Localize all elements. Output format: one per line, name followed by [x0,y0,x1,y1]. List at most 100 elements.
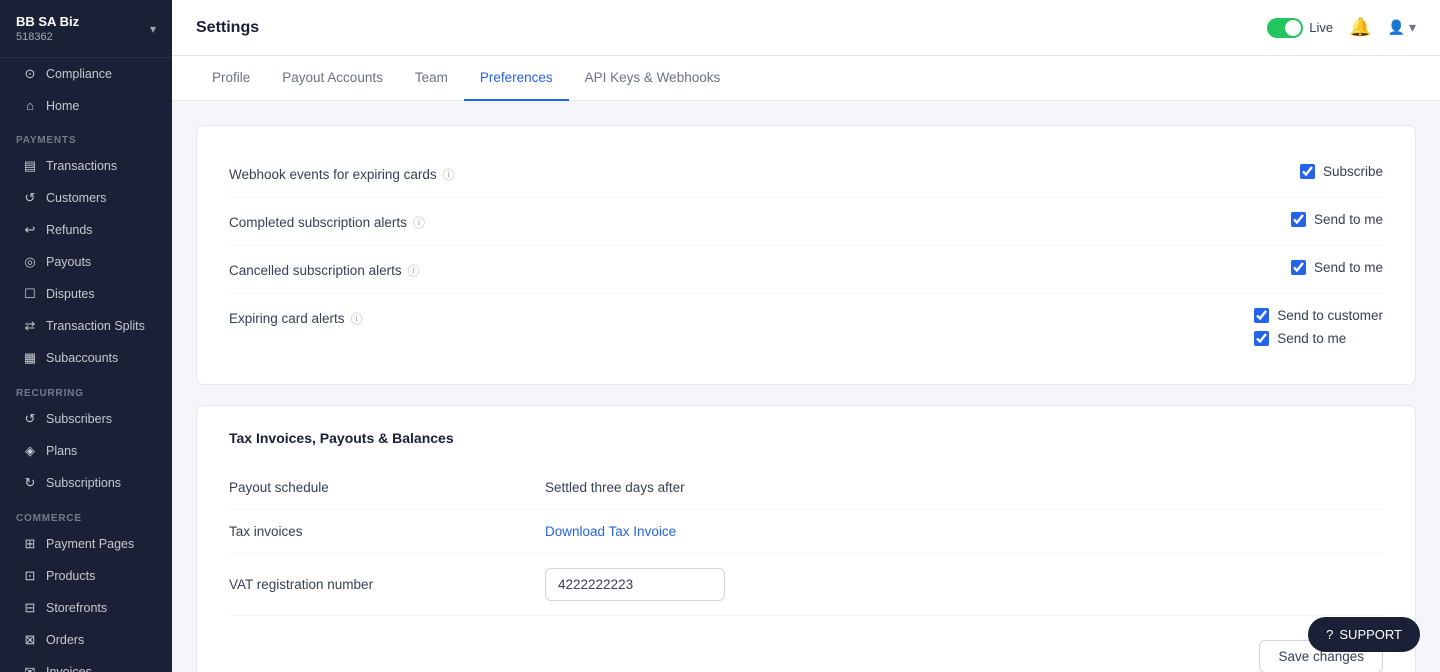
cancelled-subscription-control: Send to me [1291,260,1383,275]
send-to-me-expiring-checkbox[interactable] [1254,331,1269,346]
tab-profile[interactable]: Profile [196,56,266,101]
notifications-icon[interactable]: 🔔 [1349,17,1371,38]
compliance-icon: ⊙ [22,66,38,82]
webhook-events-control: Subscribe [1300,164,1383,179]
brand-text: BB SA Biz 518362 [16,14,79,43]
download-tax-invoice-link[interactable]: Download Tax Invoice [545,524,1383,539]
webhook-events-label: Webhook events for expiring cards ⓘ [229,164,1300,183]
payment-pages-icon: ⊞ [22,536,38,552]
expiring-card-control: Send to customer Send to me [1254,308,1383,346]
sidebar-item-label: Transaction Splits [46,319,145,333]
subaccounts-icon: ▦ [22,350,38,366]
sidebar-item-label: Compliance [46,67,112,81]
subscribe-label: Subscribe [1323,164,1383,179]
send-to-customer-row[interactable]: Send to customer [1254,308,1383,323]
sidebar-item-label: Subscribers [46,412,112,426]
sidebar-item-label: Subaccounts [46,351,118,365]
sidebar-item-storefronts[interactable]: ⊟ Storefronts [6,593,166,623]
commerce-section-label: COMMERCE [0,499,172,528]
tab-team[interactable]: Team [399,56,464,101]
sidebar-item-transactions[interactable]: ▤ Transactions [6,151,166,181]
brand-header[interactable]: BB SA Biz 518362 ▾ [0,0,172,58]
recurring-section-label: RECURRING [0,374,172,403]
sidebar-item-refunds[interactable]: ↩ Refunds [6,215,166,245]
customers-icon: ↺ [22,190,38,206]
user-menu-button[interactable]: 👤 ▾ [1388,19,1416,36]
sidebar-item-transaction-splits[interactable]: ⇄ Transaction Splits [6,311,166,341]
live-badge[interactable]: Live [1267,18,1333,38]
sidebar-item-invoices[interactable]: ✉ Invoices [6,657,166,672]
toggle-knob [1285,20,1301,36]
orders-icon: ⊠ [22,632,38,648]
products-icon: ⊡ [22,568,38,584]
send-to-customer-checkbox[interactable] [1254,308,1269,323]
storefronts-icon: ⊟ [22,600,38,616]
content-area: Webhook events for expiring cards ⓘ Subs… [172,101,1440,672]
sidebar-item-customers[interactable]: ↺ Customers [6,183,166,213]
sidebar-item-label: Storefronts [46,601,107,615]
sidebar-item-plans[interactable]: ◈ Plans [6,436,166,466]
sidebar-item-subscriptions[interactable]: ↻ Subscriptions [6,468,166,498]
sidebar-item-compliance[interactable]: ⊙ Compliance [6,59,166,89]
transaction-splits-icon: ⇄ [22,318,38,334]
subscribers-icon: ↺ [22,411,38,427]
expiring-card-row: Expiring card alerts ⓘ Send to customer … [229,294,1383,360]
page-title: Settings [196,19,259,37]
completed-subscription-row: Completed subscription alerts ⓘ Send to … [229,198,1383,246]
tax-invoices-row: Tax invoices Download Tax Invoice [229,510,1383,554]
topbar-left: Settings [196,19,259,37]
vat-label: VAT registration number [229,577,529,592]
sidebar-item-payouts[interactable]: ◎ Payouts [6,247,166,277]
live-toggle[interactable] [1267,18,1303,38]
user-avatar-icon: 👤 [1388,19,1405,36]
send-to-me-completed-row[interactable]: Send to me [1291,212,1383,227]
transactions-icon: ▤ [22,158,38,174]
expiring-card-info-icon[interactable]: ⓘ [351,310,363,327]
support-question-icon: ? [1326,627,1333,642]
sidebar-item-subaccounts[interactable]: ▦ Subaccounts [6,343,166,373]
brand-id: 518362 [16,31,79,43]
sidebar-item-subscribers[interactable]: ↺ Subscribers [6,404,166,434]
sidebar-item-disputes[interactable]: ☐ Disputes [6,279,166,309]
send-to-customer-label: Send to customer [1277,308,1383,323]
sidebar-item-orders[interactable]: ⊠ Orders [6,625,166,655]
sidebar-item-payment-pages[interactable]: ⊞ Payment Pages [6,529,166,559]
support-button[interactable]: ? SUPPORT [1308,617,1420,652]
notifications-card: Webhook events for expiring cards ⓘ Subs… [196,125,1416,385]
send-to-me-expiring-row[interactable]: Send to me [1254,331,1383,346]
sidebar-item-label: Customers [46,191,106,205]
sidebar-item-products[interactable]: ⊡ Products [6,561,166,591]
sidebar-item-label: Payouts [46,255,91,269]
send-to-me-cancelled-row[interactable]: Send to me [1291,260,1383,275]
completed-sub-info-icon[interactable]: ⓘ [413,214,425,231]
vat-input[interactable] [545,568,725,601]
sidebar-item-label: Products [46,569,95,583]
tab-api-keys[interactable]: API Keys & Webhooks [569,56,737,101]
subscribe-checkbox-row[interactable]: Subscribe [1300,164,1383,179]
sidebar-item-label: Transactions [46,159,117,173]
sidebar-item-label: Orders [46,633,84,647]
webhook-info-icon[interactable]: ⓘ [443,166,455,183]
tab-payout-accounts[interactable]: Payout Accounts [266,56,399,101]
sidebar-item-home[interactable]: ⌂ Home [6,91,166,120]
completed-subscription-label: Completed subscription alerts ⓘ [229,212,1291,231]
sidebar-item-label: Home [46,99,79,113]
disputes-icon: ☐ [22,286,38,302]
topbar: Settings Live 🔔 👤 ▾ [172,0,1440,56]
send-to-me-completed-label: Send to me [1314,212,1383,227]
cancelled-sub-info-icon[interactable]: ⓘ [408,262,420,279]
subscriptions-icon: ↻ [22,475,38,491]
brand-chevron-icon: ▾ [150,22,156,36]
send-to-me-expiring-label: Send to me [1277,331,1346,346]
payout-schedule-value: Settled three days after [545,480,1383,495]
send-to-me-cancelled-checkbox[interactable] [1291,260,1306,275]
sidebar-item-label: Plans [46,444,77,458]
send-to-me-completed-checkbox[interactable] [1291,212,1306,227]
user-chevron-icon: ▾ [1409,19,1416,36]
tax-invoices-label: Tax invoices [229,524,529,539]
subscribe-checkbox[interactable] [1300,164,1315,179]
tab-preferences[interactable]: Preferences [464,56,569,101]
support-label: SUPPORT [1339,627,1402,642]
payout-schedule-row: Payout schedule Settled three days after [229,466,1383,510]
tax-card: Tax Invoices, Payouts & Balances Payout … [196,405,1416,672]
